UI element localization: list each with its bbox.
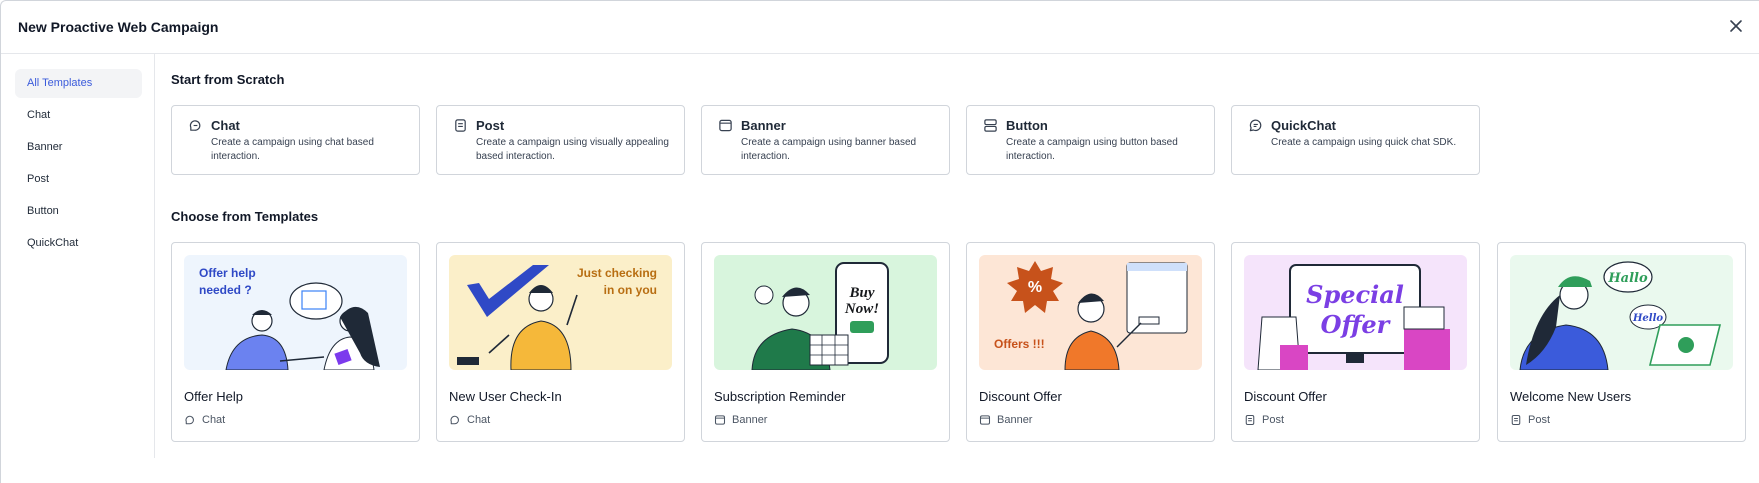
svg-text:needed ?: needed ? [199,283,252,297]
scratch-card-title: Post [476,118,505,133]
template-type: Post [1244,414,1284,426]
template-type-label: Post [1262,414,1285,426]
scratch-card-button[interactable]: Button Create a campaign using button ba… [966,105,1215,175]
post-icon [1245,414,1255,426]
campaign-dialog: New Proactive Web Campaign All Templates… [0,0,1759,483]
template-illustration: Hallo Hello [1510,255,1733,370]
banner-icon [719,119,732,132]
template-sidebar: All Templates Chat Banner Post Button Qu… [1,54,155,458]
template-name: Welcome New Users [1510,389,1632,404]
template-type-label: Banner [997,414,1033,426]
banner-icon [979,415,991,425]
svg-text:in on you: in on you [604,283,657,297]
template-type: Banner [714,414,767,426]
scratch-card-desc: Create a campaign using chat based inter… [211,137,374,162]
template-card-discount-offer-post[interactable]: Special Offer Discount Offer Post [1231,242,1480,442]
scratch-card-post[interactable]: Post Create a campaign using visually ap… [436,105,685,175]
template-illustration: Just checking in on you [449,255,672,370]
template-illustration: % Offers !!! [979,255,1202,370]
template-type-label: Chat [467,414,491,426]
svg-text:Hallo: Hallo [1607,271,1648,286]
sidebar-item-button[interactable]: Button [15,197,142,226]
template-card-offer-help[interactable]: Offer help needed ? Offer Help Chat [171,242,420,442]
scratch-card-desc: Create a campaign using button based int… [1006,137,1178,162]
scratch-card-chat[interactable]: Chat Create a campaign using chat based … [171,105,420,175]
svg-text:Offer: Offer [1321,310,1392,339]
template-type: Chat [184,414,225,426]
svg-text:Now!: Now! [844,301,879,317]
close-icon[interactable] [1727,17,1745,35]
post-icon [455,119,466,132]
template-illustration: Offer help needed ? [184,255,407,370]
svg-text:Offer help: Offer help [199,266,256,280]
svg-text:Buy: Buy [848,285,874,301]
dialog-title: New Proactive Web Campaign [18,19,219,35]
scratch-card-title: QuickChat [1271,118,1337,133]
button-icon [984,119,997,132]
chat-icon [189,120,201,131]
template-card-discount-offer-banner[interactable]: % Offers !!! Discount Offer Banner [966,242,1215,442]
template-type: Post [1510,414,1550,426]
sidebar-item-chat[interactable]: Chat [15,101,142,130]
template-card-welcome-new-users[interactable]: Hallo Hello Welcome New Users Post [1497,242,1746,442]
svg-text:Special: Special [1306,280,1404,309]
banner-icon [714,415,726,425]
template-card-subscription-reminder[interactable]: Buy Now! Subscription Reminder Banner [701,242,950,442]
template-type-label: Chat [202,414,226,426]
template-illustration: Buy Now! [714,255,937,370]
template-name: Discount Offer [979,389,1062,404]
template-name: Subscription Reminder [714,389,846,404]
svg-text:Offers !!!: Offers !!! [994,337,1045,351]
dialog-header: New Proactive Web Campaign [1,1,1759,54]
templates-section-title: Choose from Templates [171,209,319,224]
scratch-card-title: Button [1006,118,1048,133]
svg-text:Hello: Hello [1632,313,1663,324]
template-type: Chat [449,414,490,426]
sidebar-item-all-templates[interactable]: All Templates [15,69,142,98]
scratch-section-title: Start from Scratch [171,72,285,87]
chat-icon [450,415,459,425]
template-name: Discount Offer [1244,389,1327,404]
scratch-card-quickchat[interactable]: QuickChat Create a campaign using quick … [1231,105,1480,175]
chat-icon [185,415,194,425]
svg-text:Just checking: Just checking [577,266,657,280]
quickchat-icon [1249,119,1262,132]
template-illustration: Special Offer [1244,255,1467,370]
scratch-card-title: Chat [211,118,240,133]
template-type-label: Post [1528,414,1551,426]
template-name: New User Check-In [449,389,562,404]
scratch-card-desc: Create a campaign using quick chat SDK. [1271,137,1457,148]
svg-text:%: % [1028,279,1042,296]
sidebar-item-banner[interactable]: Banner [15,133,142,162]
scratch-card-title: Banner [741,118,786,133]
template-card-new-user-check-in[interactable]: Just checking in on you New User Check-I… [436,242,685,442]
sidebar-item-quickchat[interactable]: QuickChat [15,229,142,258]
post-icon [1511,414,1521,426]
sidebar-item-post[interactable]: Post [15,165,142,194]
scratch-card-desc: Create a campaign using banner based int… [741,137,917,162]
template-name: Offer Help [184,389,244,404]
template-type: Banner [979,414,1032,426]
template-type-label: Banner [732,414,768,426]
scratch-card-desc: Create a campaign using visually appeali… [476,137,669,162]
scratch-card-banner[interactable]: Banner Create a campaign using banner ba… [701,105,950,175]
